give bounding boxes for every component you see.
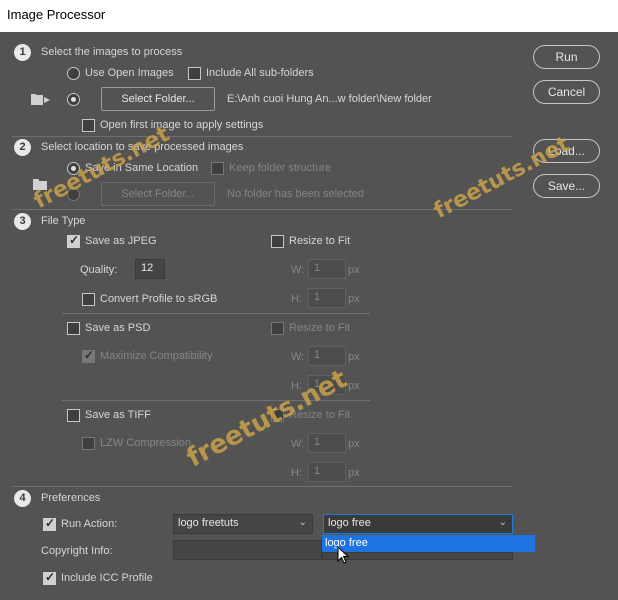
save-as-tiff-label: Save as TIFF [85, 409, 151, 421]
psd-w-label: W: [291, 351, 305, 363]
divider-1 [12, 136, 512, 137]
jpeg-h-unit: px [348, 293, 360, 305]
image-processor-dialog: 1 Select the images to process Use Open … [0, 32, 618, 600]
open-first-image-label: Open first image to apply settings [100, 119, 264, 131]
quality-label: Quality: [80, 264, 118, 276]
jpeg-w-label: W: [291, 264, 305, 276]
chevron-down-icon: ⌄ [498, 517, 507, 528]
copyright-input[interactable] [173, 540, 322, 560]
convert-srgb-checkbox[interactable] [82, 293, 95, 306]
include-subfolders-checkbox[interactable] [188, 67, 201, 80]
dest-folder-status: No folder has been selected [227, 188, 364, 200]
convert-srgb-label: Convert Profile to sRGB [100, 293, 218, 305]
action-name-value: logo free [328, 517, 371, 529]
section4-title: Preferences [41, 492, 101, 504]
include-icc-label: Include ICC Profile [61, 572, 153, 584]
save-as-jpeg-checkbox[interactable] [67, 233, 80, 248]
section1-title: Select the images to process [41, 46, 183, 58]
window-title: Image Processor [0, 0, 618, 32]
psd-width-input[interactable]: 1 [308, 346, 346, 366]
jpeg-resize-label: Resize to Fit [289, 235, 351, 247]
save-as-psd-checkbox[interactable] [67, 322, 80, 335]
action-set-select[interactable]: logo freetuts ⌄ [173, 514, 313, 534]
step-3-badge: 3 [14, 213, 31, 230]
save-settings-button[interactable]: Save... [533, 174, 600, 198]
action-set-value: logo freetuts [178, 517, 239, 529]
divider-3 [12, 486, 512, 487]
source-folder-path: E:\Anh cuoi Hung An...w folder\New folde… [227, 93, 432, 105]
psd-resize-checkbox[interactable] [271, 322, 284, 335]
save-as-psd-label: Save as PSD [85, 322, 151, 334]
copyright-input-tail [322, 552, 513, 560]
tiff-h-unit: px [348, 467, 360, 479]
select-dest-folder-button[interactable]: Select Folder... [101, 182, 215, 206]
tiff-height-input[interactable]: 1 [308, 462, 346, 482]
tiff-width-input[interactable]: 1 [308, 433, 346, 453]
jpeg-width-input[interactable]: 1 [308, 259, 346, 279]
chevron-down-icon: ⌄ [298, 517, 307, 528]
psd-w-unit: px [348, 351, 360, 363]
action-name-select[interactable]: logo free ⌄ [323, 514, 513, 534]
save-as-jpeg-label: Save as JPEG [85, 235, 157, 247]
maximize-compat-checkbox[interactable] [82, 348, 95, 363]
lzw-compression-checkbox[interactable] [82, 437, 95, 450]
run-button[interactable]: Run [533, 45, 600, 69]
save-as-tiff-checkbox[interactable] [67, 409, 80, 422]
tiff-w-label: W: [291, 438, 305, 450]
maximize-compat-label: Maximize Compatibility [100, 350, 213, 362]
run-action-label: Run Action: [61, 518, 118, 530]
jpeg-w-unit: px [348, 264, 360, 276]
tiff-h-label: H: [291, 467, 302, 479]
select-folder-button[interactable]: Select Folder... [101, 87, 215, 111]
quality-input[interactable]: 12 [135, 259, 165, 279]
copyright-label: Copyright Info: [41, 545, 113, 557]
divider-jpeg-psd [62, 313, 370, 314]
folder-arrow-icon [31, 94, 51, 109]
section3-title: File Type [41, 215, 86, 227]
tiff-w-unit: px [348, 438, 360, 450]
lzw-compression-label: LZW Compression [100, 437, 192, 449]
use-open-images-label: Use Open Images [85, 67, 174, 79]
jpeg-h-label: H: [291, 293, 302, 305]
keep-folder-structure-label: Keep folder structure [229, 162, 332, 174]
include-subfolders-label: Include All sub-folders [206, 67, 314, 79]
use-open-images-radio[interactable] [67, 67, 80, 80]
mouse-cursor-icon [337, 545, 350, 567]
psd-resize-label: Resize to Fit [289, 322, 351, 334]
run-action-checkbox[interactable] [43, 516, 56, 531]
jpeg-height-input[interactable]: 1 [308, 288, 346, 308]
open-first-image-checkbox[interactable] [82, 119, 95, 132]
step-1-badge: 1 [14, 44, 31, 61]
cancel-button[interactable]: Cancel [533, 80, 600, 104]
include-icc-checkbox[interactable] [43, 570, 56, 585]
select-folder-radio[interactable] [67, 93, 80, 106]
keep-folder-structure-checkbox[interactable] [211, 162, 224, 175]
jpeg-resize-checkbox[interactable] [271, 235, 284, 248]
action-dropdown-option[interactable]: logo free [322, 535, 535, 552]
step-4-badge: 4 [14, 490, 31, 507]
step-2-badge: 2 [14, 139, 31, 156]
